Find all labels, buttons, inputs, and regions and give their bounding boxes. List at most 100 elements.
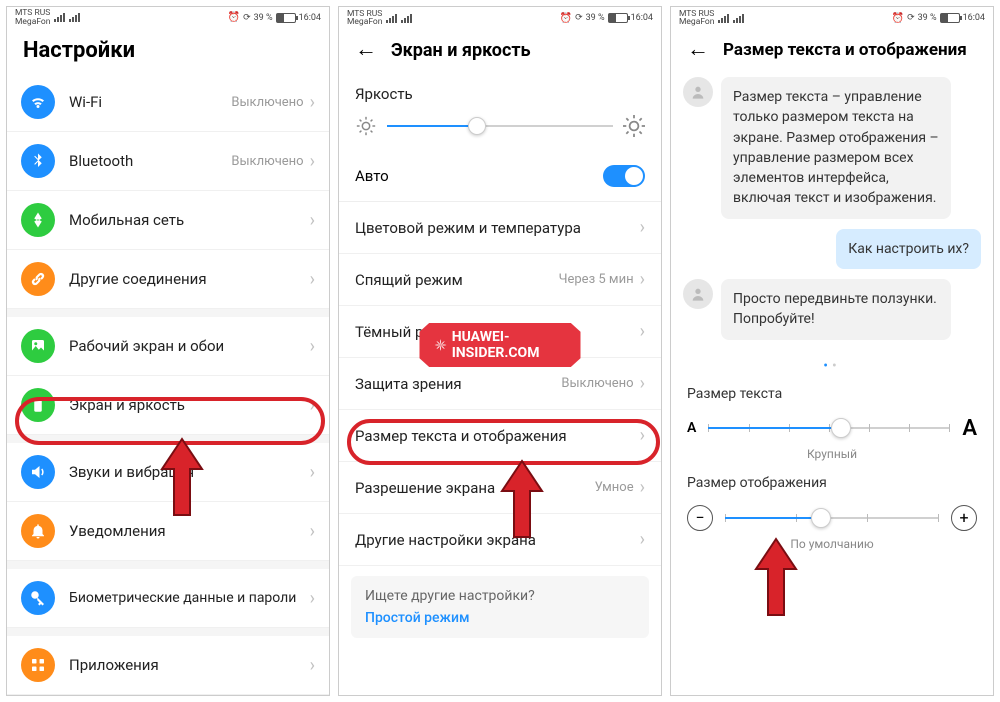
row-label: Уведомления: [69, 522, 310, 540]
text-size-slider[interactable]: A A: [671, 406, 993, 443]
settings-row-wall[interactable]: Рабочий экран и обои ›: [7, 317, 329, 376]
battery-saver-icon: ⟳: [243, 13, 251, 23]
chevron-right-icon: ›: [310, 151, 315, 172]
sun-high-icon: [621, 113, 647, 139]
row-label: Приложения: [69, 656, 310, 674]
settings-row-apps[interactable]: Приложения ›: [7, 636, 329, 695]
signal-icon-2: [733, 14, 744, 23]
row-label: Мобильная сеть: [69, 211, 310, 229]
row-value: Выключено: [231, 154, 303, 169]
watermark: HUAWEI-INSIDER.COM: [420, 323, 581, 367]
chat-bubble: Размер текста – управление только размер…: [721, 77, 951, 219]
status-bar: MTS RUSMegaFon ⏰ ⟳ 39 % 16:04: [7, 7, 329, 26]
tip-link[interactable]: Простой режим: [365, 610, 635, 626]
display-size-slider[interactable]: − +: [671, 495, 993, 533]
row-label: Wi-Fi: [69, 93, 231, 111]
row-value: Выключено: [561, 376, 633, 391]
display-row-4[interactable]: Размер текста и отображения ›: [339, 410, 661, 462]
row-label: Экран и яркость: [69, 396, 310, 414]
clock: 16:04: [299, 13, 321, 23]
row-label: Цветовой режим и температура: [355, 219, 640, 237]
arrow-annotation: [497, 459, 547, 539]
display-size-label: Размер отображения: [671, 471, 993, 495]
settings-row-display[interactable]: Экран и яркость ›: [7, 376, 329, 435]
chevron-right-icon: ›: [310, 336, 315, 357]
display-size-caption: По умолчанию: [671, 537, 993, 551]
mobile-icon: [21, 203, 55, 237]
screenshot-text-display-size: MTS RUSMegaFon ⏰ ⟳ 39 % 16:04 ← Размер т…: [670, 6, 994, 696]
carrier-2: MegaFon: [15, 17, 50, 27]
settings-row-bt[interactable]: Bluetooth Выключено ›: [7, 132, 329, 191]
key-icon: [21, 581, 55, 615]
row-label: Разрешение экрана: [355, 479, 595, 497]
settings-row-mobile[interactable]: Мобильная сеть ›: [7, 191, 329, 250]
page-title: Настройки: [23, 38, 135, 63]
bt-icon: [21, 144, 55, 178]
settings-row-wifi[interactable]: Wi-Fi Выключено ›: [7, 73, 329, 132]
chat-message: Просто передвиньте ползунки. Попробуйте!: [683, 279, 981, 340]
battery-text: 39 %: [254, 13, 273, 23]
signal-icon: [54, 13, 65, 22]
display-icon: [21, 388, 55, 422]
chat-message: Как настроить их?: [683, 229, 981, 269]
chevron-right-icon: ›: [310, 462, 315, 483]
signal-icon-2: [69, 13, 80, 22]
auto-brightness-toggle[interactable]: [603, 165, 645, 187]
back-button[interactable]: ←: [355, 39, 377, 61]
apps-icon: [21, 648, 55, 682]
battery-icon: [940, 13, 960, 23]
brightness-label: Яркость: [339, 71, 661, 107]
page-title: Размер текста и отображения: [723, 40, 967, 60]
alarm-icon: ⏰: [560, 13, 572, 24]
alarm-icon: ⏰: [892, 13, 904, 24]
chat-message: Размер текста – управление только размер…: [683, 77, 981, 219]
tip-box[interactable]: Ищете другие настройки? Простой режим: [351, 576, 649, 638]
chevron-right-icon: ›: [310, 269, 315, 290]
chevron-right-icon: ›: [310, 655, 315, 676]
plus-icon: +: [951, 505, 977, 531]
battery-icon: [608, 13, 628, 23]
row-label: Биометрические данные и пароли: [69, 589, 310, 607]
chevron-right-icon: ›: [640, 425, 645, 446]
settings-row-link[interactable]: Другие соединения ›: [7, 250, 329, 309]
chevron-right-icon: ›: [310, 588, 315, 609]
wall-icon: [21, 329, 55, 363]
chevron-right-icon: ›: [310, 521, 315, 542]
chevron-right-icon: ›: [640, 217, 645, 238]
header: ← Экран и яркость: [339, 27, 661, 71]
signal-icon: [718, 14, 729, 23]
chevron-right-icon: ›: [640, 373, 645, 394]
avatar-icon: [683, 279, 713, 309]
display-row-0[interactable]: Цветовой режим и температура ›: [339, 202, 661, 254]
huawei-logo-icon: [434, 336, 448, 354]
brightness-slider[interactable]: [339, 107, 661, 155]
battery-saver-icon: ⟳: [907, 13, 915, 23]
settings-row-key[interactable]: Биометрические данные и пароли ›: [7, 569, 329, 628]
alarm-icon: ⏰: [228, 12, 240, 23]
arrow-annotation: [157, 437, 207, 517]
bell-icon: [21, 514, 55, 548]
wifi-icon: [21, 85, 55, 119]
header: Настройки: [7, 26, 329, 73]
row-label: Другие соединения: [69, 270, 310, 288]
chat-bubble: Как настроить их?: [836, 229, 981, 269]
back-button[interactable]: ←: [687, 39, 709, 61]
row-label: Bluetooth: [69, 152, 231, 170]
a-large-icon: A: [962, 416, 977, 441]
header: ← Размер текста и отображения: [671, 27, 993, 71]
battery-saver-icon: ⟳: [575, 13, 583, 23]
signal-icon-2: [401, 14, 412, 23]
signal-icon: [386, 14, 397, 23]
avatar-icon: [683, 77, 713, 107]
sound-icon: [21, 455, 55, 489]
sun-low-icon: [355, 115, 377, 137]
screenshot-display-brightness: MTS RUSMegaFon ⏰ ⟳ 39 % 16:04 ← Экран и …: [338, 6, 662, 696]
page-indicator: ••: [671, 358, 993, 374]
arrow-annotation: [751, 537, 801, 617]
row-label: Размер текста и отображения: [355, 427, 640, 445]
status-bar: MTS RUSMegaFon ⏰ ⟳ 39 % 16:04: [339, 7, 661, 27]
text-size-label: Размер текста: [671, 382, 993, 406]
status-bar: MTS RUSMegaFon ⏰ ⟳ 39 % 16:04: [671, 7, 993, 27]
row-label: Рабочий экран и обои: [69, 337, 310, 355]
display-row-1[interactable]: Спящий режим Через 5 мин ›: [339, 254, 661, 306]
